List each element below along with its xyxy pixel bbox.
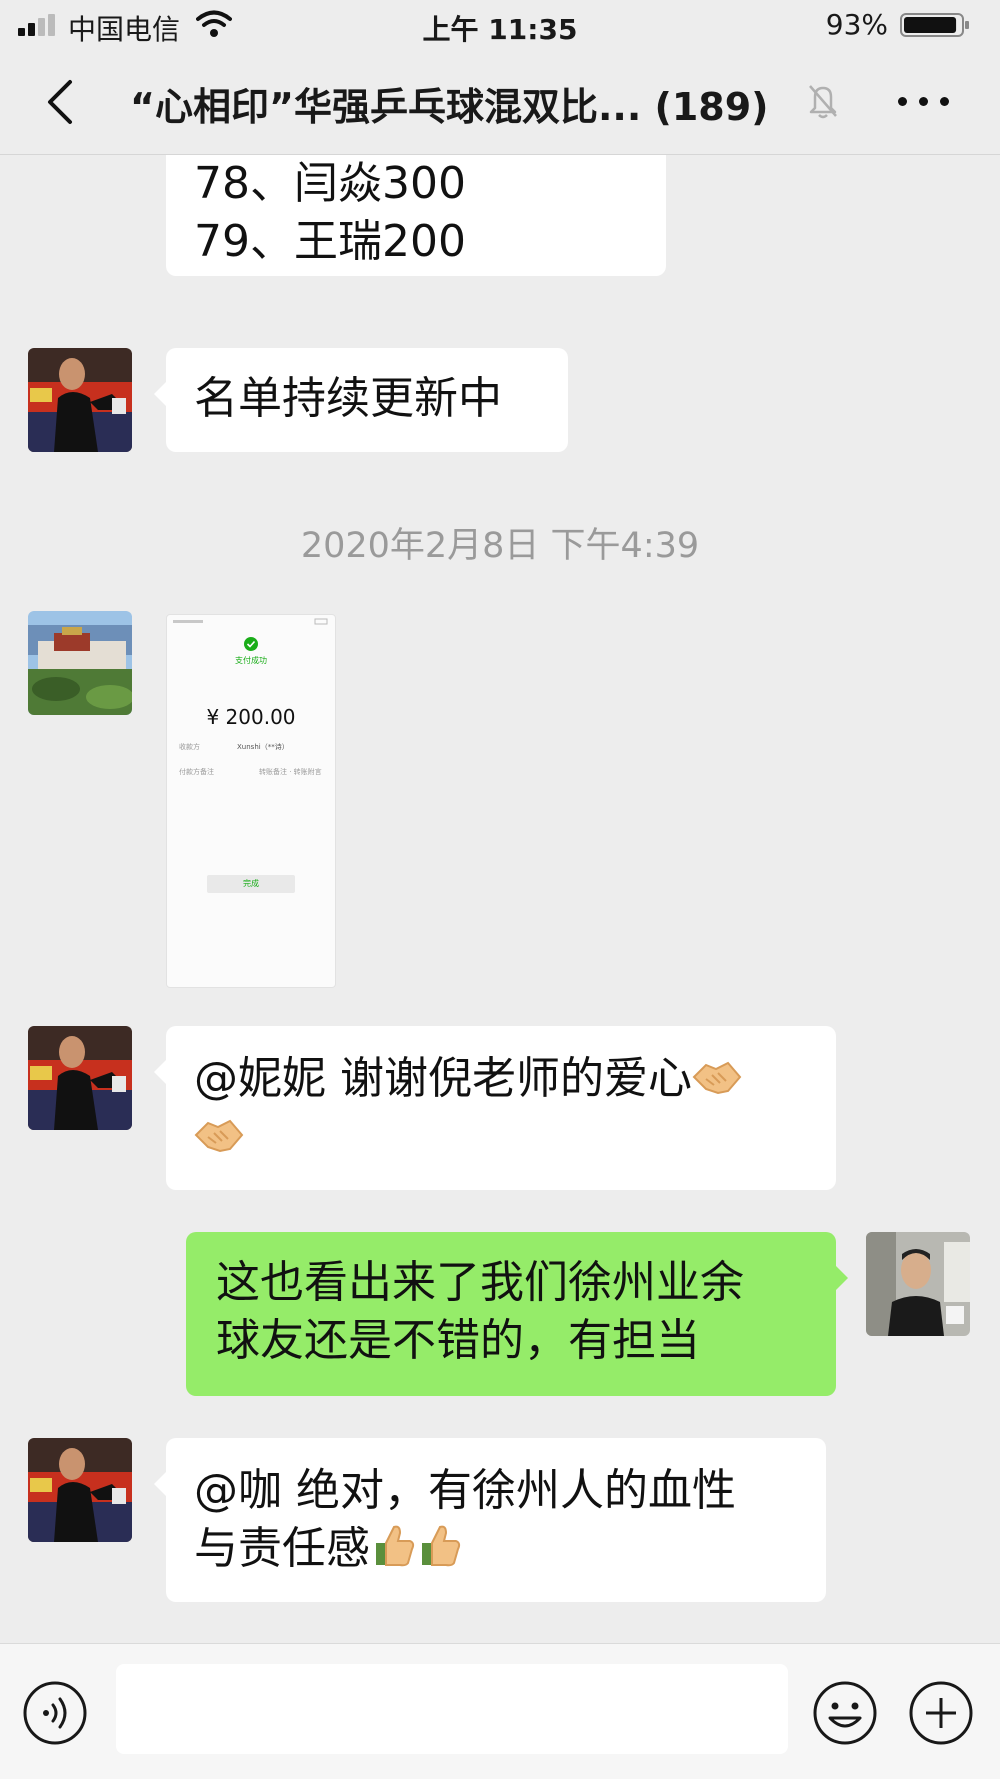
driver-avatar-icon	[866, 1232, 970, 1336]
message-line: 与责任感	[194, 1520, 800, 1578]
message-line: 名单持续更新中	[194, 373, 502, 424]
payee-label: 收款方	[179, 743, 200, 751]
message-line: 79、王瑞200	[194, 216, 466, 267]
chevron-left-icon[interactable]	[40, 76, 84, 128]
coach-avatar-icon	[28, 348, 132, 452]
timestamp: 2020年2月8日 下午4:39	[300, 526, 700, 566]
thumbs-up-emoji-icon	[376, 1525, 415, 1567]
message-bubble[interactable]: 名单持续更新中	[154, 348, 568, 452]
emoji-icon[interactable]	[812, 1680, 878, 1746]
payee-name: Xunshi（**诗）	[237, 743, 289, 751]
payment-done-button: 完成	[207, 875, 295, 893]
add-circle-icon[interactable]	[908, 1680, 974, 1746]
payment-screenshot[interactable]: 支付成功 ¥ 200.00 收款方 Xunshi（**诗） 付款方备注 转账备注…	[166, 614, 336, 988]
thumb-status-bar-icon	[173, 618, 328, 625]
message-bubble[interactable]: 78、闫焱300 79、王瑞200	[166, 155, 666, 276]
battery-percentage: 93%	[825, 8, 888, 41]
message-line: @咖 绝对，有徐州人的血性	[194, 1465, 736, 1516]
handshake-emoji-icon	[692, 1061, 742, 1095]
voice-icon[interactable]	[22, 1680, 88, 1746]
handshake-emoji-icon	[194, 1119, 244, 1153]
chat-header: “心相印”华强乒乓球混双比... (189)	[0, 50, 1000, 155]
input-bar	[0, 1643, 1000, 1779]
remark-action: 转账备注 · 转账附言	[259, 768, 322, 776]
coach-avatar-icon	[28, 1438, 132, 1542]
status-bar: 中国电信 上午 11:35 93%	[0, 0, 1000, 50]
message-text: @妮妮 谢谢倪老师的爱心	[194, 1053, 692, 1104]
palace-avatar-icon	[28, 611, 132, 715]
success-check-icon	[244, 637, 258, 651]
thumbs-up-emoji-icon	[422, 1525, 461, 1567]
avatar[interactable]	[28, 348, 132, 452]
more-dots-icon[interactable]	[896, 84, 952, 118]
message-line: 球友还是不错的，有担当	[216, 1315, 700, 1366]
message-bubble[interactable]: @妮妮 谢谢倪老师的爱心	[154, 1026, 836, 1190]
avatar[interactable]	[28, 1026, 132, 1130]
payment-status: 支付成功	[235, 656, 267, 665]
remark-label: 付款方备注	[179, 768, 214, 776]
avatar[interactable]	[28, 611, 132, 715]
battery-icon	[900, 13, 969, 37]
message-bubble[interactable]: @咖 绝对，有徐州人的血性 与责任感	[154, 1438, 826, 1602]
message-line	[194, 1108, 810, 1166]
coach-avatar-icon	[28, 1026, 132, 1130]
message-text: 与责任感	[194, 1523, 370, 1574]
message-line: @妮妮 谢谢倪老师的爱心	[194, 1050, 810, 1108]
avatar[interactable]	[866, 1232, 970, 1336]
bell-muted-icon	[809, 85, 837, 119]
chat-title[interactable]: “心相印”华强乒乓球混双比... (189)	[130, 76, 769, 131]
message-input[interactable]	[116, 1664, 788, 1754]
payment-amount: ¥ 200.00	[206, 705, 296, 729]
avatar[interactable]	[28, 1438, 132, 1542]
message-line: 78、闫焱300	[194, 158, 466, 209]
message-bubble[interactable]: 这也看出来了我们徐州业余 球友还是不错的，有担当	[186, 1232, 848, 1396]
message-line: 这也看出来了我们徐州业余	[216, 1257, 744, 1308]
message-list[interactable]: 78、闫焱300 79、王瑞200 名单持续更新中 2020年2月8日 下午4:…	[0, 155, 1000, 1643]
